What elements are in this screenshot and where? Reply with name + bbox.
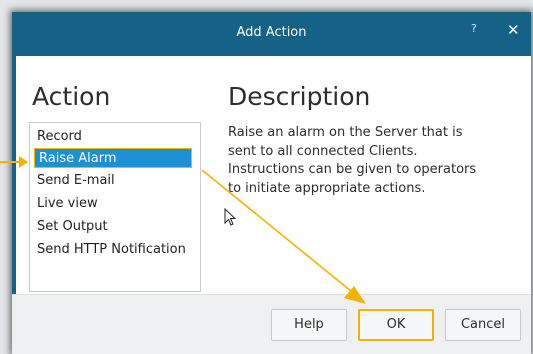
list-item-send-http-notification[interactable]: Send HTTP Notification	[37, 240, 195, 260]
ok-button[interactable]: OK	[358, 309, 434, 341]
description-text: Raise an alarm on the Server that is sen…	[228, 124, 516, 198]
dialog-title: Add Action	[236, 25, 307, 40]
list-item-send-email[interactable]: Send E-mail	[37, 171, 195, 191]
description-line: to initiate appropriate actions.	[228, 180, 426, 196]
dialog-titlebar: Add Action ? ✕	[12, 12, 531, 56]
action-heading: Action	[32, 82, 111, 111]
cancel-button[interactable]: Cancel	[445, 309, 521, 341]
action-list[interactable]: Record Raise Alarm Send E-mail Live view…	[29, 122, 201, 292]
description-line: sent to all connected Clients.	[228, 143, 418, 159]
description-line: Instructions can be given to operators	[228, 162, 477, 177]
list-item-record[interactable]: Record	[37, 127, 195, 147]
help-button[interactable]: Help	[271, 309, 347, 341]
add-action-dialog: Add Action ? ✕ Action Description Record…	[12, 12, 531, 354]
help-icon[interactable]: ?	[471, 22, 477, 35]
description-heading: Description	[228, 82, 371, 111]
list-item-live-view[interactable]: Live view	[37, 194, 195, 214]
list-item-raise-alarm[interactable]: Raise Alarm	[34, 148, 192, 168]
mouse-pointer-icon	[224, 208, 237, 226]
close-icon[interactable]: ✕	[507, 21, 520, 39]
list-item-set-output[interactable]: Set Output	[37, 217, 195, 237]
description-line: Raise an alarm on the Server that is	[228, 125, 463, 140]
